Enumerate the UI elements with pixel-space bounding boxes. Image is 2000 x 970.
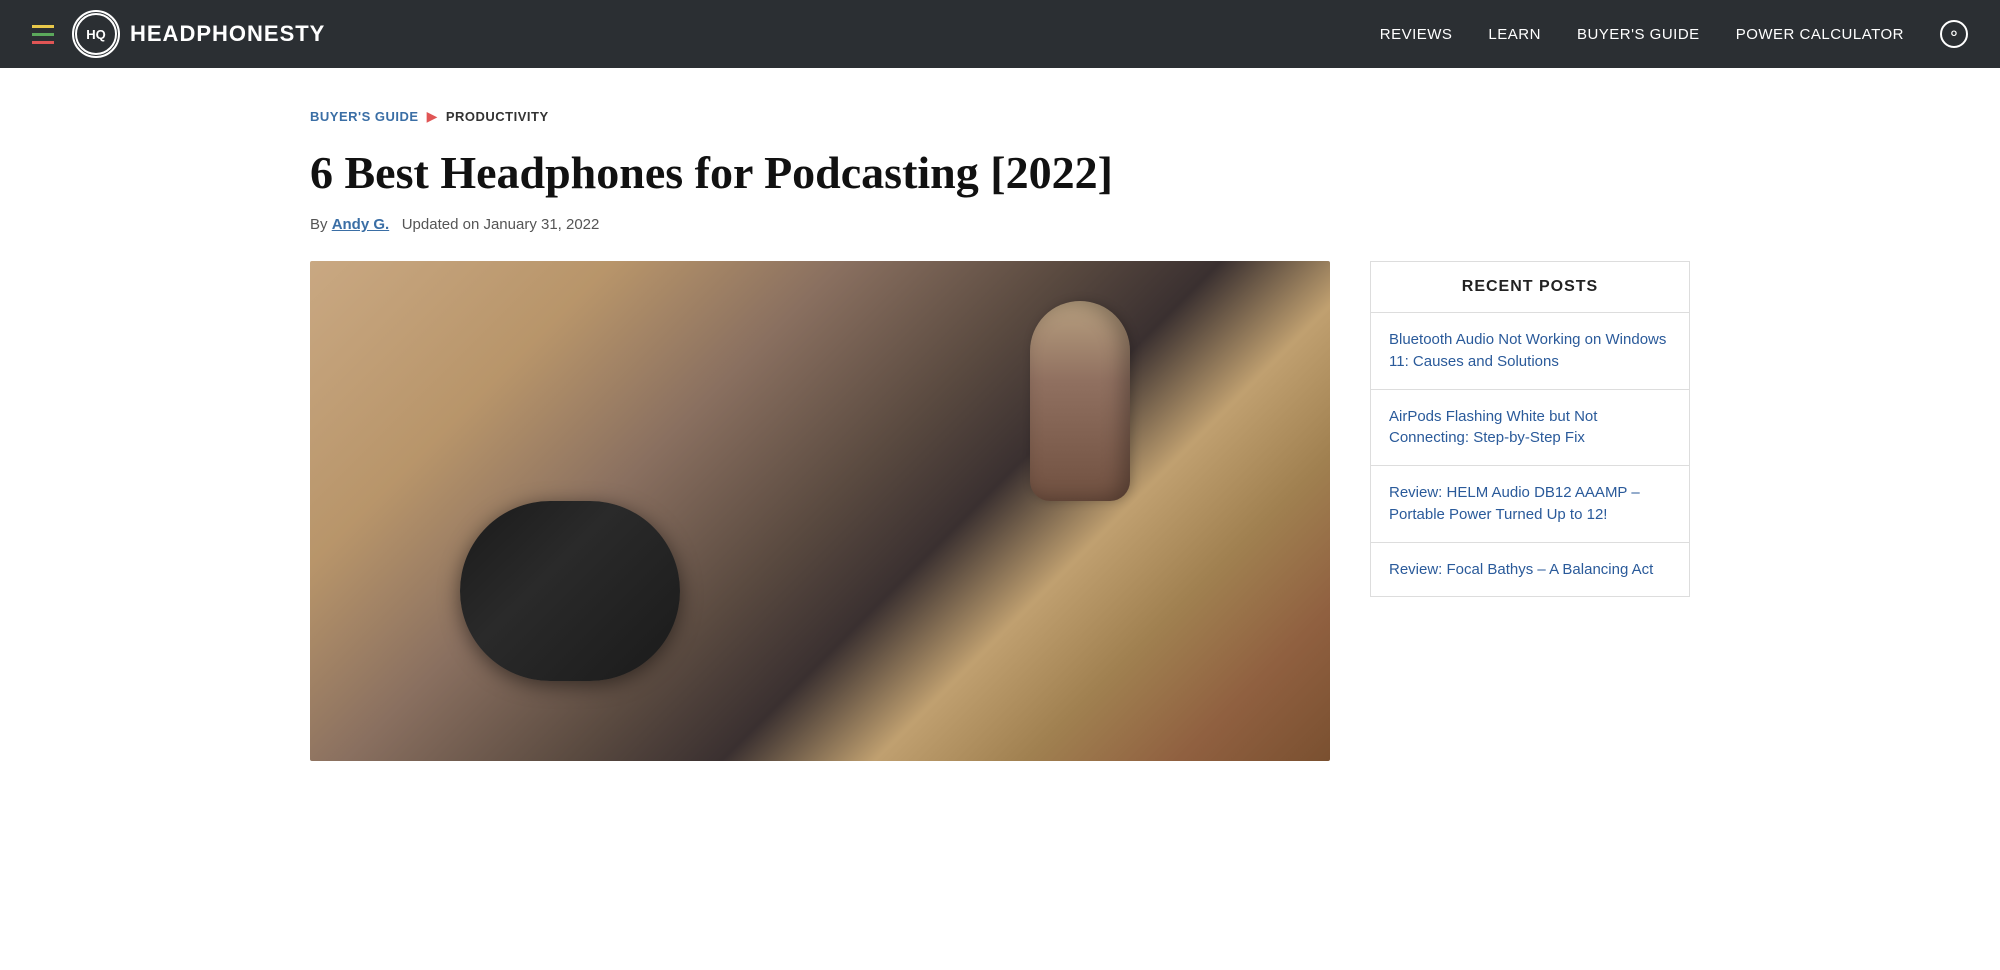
article-meta: By Andy G. Updated on January 31, 2022 [310,216,1690,233]
recent-post-item[interactable]: Review: HELM Audio DB12 AAAMP – Portable… [1371,466,1689,543]
hero-image [310,261,1330,761]
recent-post-link-1[interactable]: AirPods Flashing White but Not Connectin… [1389,406,1671,450]
logo-icon: HQ [72,10,120,58]
recent-posts-box: RECENT POSTS Bluetooth Audio Not Working… [1370,261,1690,597]
logo-link[interactable]: HQ HEADPHONESTY [72,10,325,58]
nav-link-power-calculator[interactable]: POWER CALCULATOR [1736,26,1904,43]
author-link[interactable]: Andy G. [332,216,390,233]
nav-links: REVIEWS LEARN BUYER'S GUIDE POWER CALCUL… [1380,20,1968,48]
recent-post-item[interactable]: Review: Focal Bathys – A Balancing Act [1371,543,1689,597]
nav-left: HQ HEADPHONESTY [32,10,325,58]
content-row: RECENT POSTS Bluetooth Audio Not Working… [310,261,1690,761]
hero-image-container [310,261,1330,761]
updated-date: Updated on January 31, 2022 [402,216,600,233]
breadcrumb-current: PRODUCTIVITY [446,109,549,124]
nav-link-buyers-guide[interactable]: BUYER'S GUIDE [1577,26,1700,43]
recent-post-link-3[interactable]: Review: Focal Bathys – A Balancing Act [1389,559,1671,581]
recent-post-item[interactable]: Bluetooth Audio Not Working on Windows 1… [1371,313,1689,390]
by-label: By [310,216,328,233]
page-wrapper: BUYER'S GUIDE ▶ PRODUCTIVITY 6 Best Head… [250,68,1750,801]
nav-link-reviews[interactable]: REVIEWS [1380,26,1453,43]
hamburger-menu[interactable] [32,25,54,44]
search-button[interactable]: ⚬ [1940,20,1968,48]
breadcrumb: BUYER'S GUIDE ▶ PRODUCTIVITY [310,108,1690,125]
recent-post-link-0[interactable]: Bluetooth Audio Not Working on Windows 1… [1389,329,1671,373]
breadcrumb-parent-link[interactable]: BUYER'S GUIDE [310,109,419,124]
logo-circle-inner: HQ [75,13,117,55]
brand-name: HEADPHONESTY [130,21,325,47]
breadcrumb-separator: ▶ [427,108,438,125]
nav-link-learn[interactable]: LEARN [1488,26,1541,43]
recent-post-link-2[interactable]: Review: HELM Audio DB12 AAAMP – Portable… [1389,482,1671,526]
recent-post-item[interactable]: AirPods Flashing White but Not Connectin… [1371,390,1689,467]
article-title: 6 Best Headphones for Podcasting [2022] [310,145,1690,200]
sidebar: RECENT POSTS Bluetooth Audio Not Working… [1370,261,1690,597]
navbar: HQ HEADPHONESTY REVIEWS LEARN BUYER'S GU… [0,0,2000,68]
recent-posts-header: RECENT POSTS [1371,262,1689,313]
